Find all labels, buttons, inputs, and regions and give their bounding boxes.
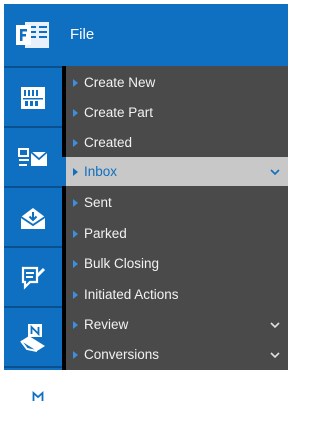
menu-item-label: Sent <box>84 195 112 210</box>
app-frame: File Create New Create Part Created Inbo… <box>4 4 288 405</box>
menu-item-label: Create Part <box>84 105 154 120</box>
menu-item-label: Parked <box>84 226 127 241</box>
menu-item-label: Create New <box>84 75 156 90</box>
bullet-triangle-icon <box>73 78 78 87</box>
bullet-triangle-icon <box>73 259 78 268</box>
bullet-triangle-icon <box>73 320 78 329</box>
new-mail-icon[interactable] <box>4 306 62 368</box>
menu-item-parked[interactable]: Parked <box>66 219 288 248</box>
header: File <box>4 4 288 66</box>
menu-item-create-part[interactable]: Create Part <box>66 98 288 127</box>
menu-item-conversions[interactable]: Conversions <box>66 340 288 369</box>
menu-item-review[interactable]: Review <box>66 310 288 339</box>
menu-item-create-new[interactable]: Create New <box>66 68 288 97</box>
menu-item-label: Bulk Closing <box>84 256 160 271</box>
move-mail-icon[interactable] <box>4 366 62 428</box>
menu-item-label: Review <box>84 317 129 332</box>
bullet-triangle-icon <box>73 350 78 359</box>
bullet-triangle-icon <box>73 290 78 299</box>
menu-item-label: Inbox <box>84 164 118 179</box>
header-title: File <box>70 26 95 43</box>
chevron-down-icon[interactable] <box>270 157 280 186</box>
menu-item-created[interactable]: Created <box>66 128 288 157</box>
document-mail-icon[interactable] <box>4 126 62 188</box>
menu-item-label: Initiated Actions <box>84 287 179 302</box>
bullet-triangle-icon <box>73 198 78 207</box>
menu-item-label: Created <box>84 135 133 150</box>
menu-item-initiated-actions[interactable]: Initiated Actions <box>66 280 288 309</box>
menu-item-label: Conversions <box>84 347 160 362</box>
menu-item-bulk-closing[interactable]: Bulk Closing <box>66 249 288 278</box>
icon-rail <box>4 66 62 405</box>
menu-item-sent[interactable]: Sent <box>66 188 288 217</box>
bullet-triangle-icon <box>73 229 78 238</box>
file-menu: Create New Create Part Created Inbox Sen… <box>66 66 288 370</box>
bullet-triangle-icon <box>73 108 78 117</box>
inbox-tray-icon[interactable] <box>4 186 62 248</box>
compose-note-icon[interactable] <box>4 246 62 308</box>
chevron-down-icon[interactable] <box>270 310 280 339</box>
bullet-triangle-icon <box>73 138 78 147</box>
outlook-icon[interactable] <box>4 4 62 66</box>
file-cabinet-icon[interactable] <box>4 66 62 128</box>
chevron-down-icon[interactable] <box>270 340 280 369</box>
bullet-triangle-icon <box>73 167 78 176</box>
menu-item-inbox[interactable]: Inbox <box>66 157 288 186</box>
